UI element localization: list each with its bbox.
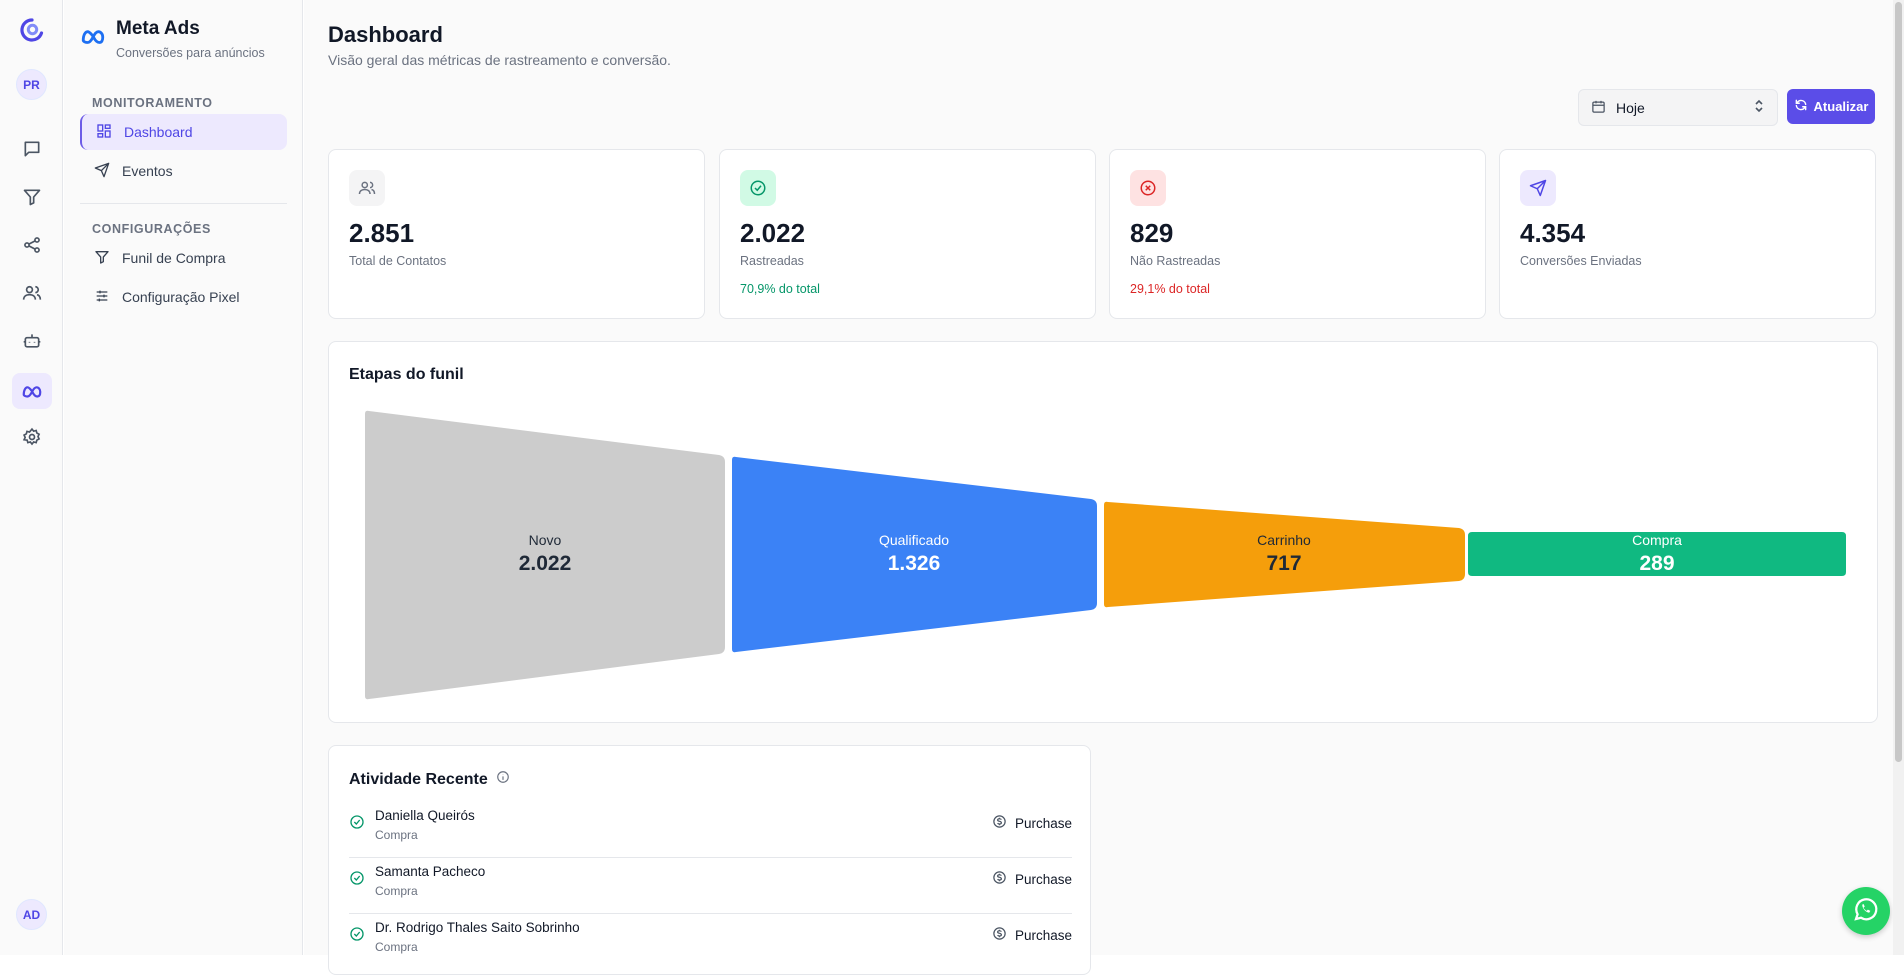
whatsapp-button[interactable]	[1842, 887, 1890, 935]
page-title: Dashboard	[328, 22, 443, 47]
icon-rail: PR AD	[0, 0, 63, 955]
dollar-icon	[992, 814, 1007, 832]
chat-icon[interactable]	[16, 133, 48, 165]
date-range-select[interactable]: Hoje	[1578, 89, 1778, 126]
users-icon	[349, 170, 385, 206]
stat-value: 2.022	[740, 218, 806, 248]
section-monitoring: MONITORAMENTO	[92, 96, 213, 110]
check-circle-icon	[740, 170, 776, 206]
activity-row[interactable]: Samanta Pacheco Compra Purchase	[349, 858, 1072, 914]
funnel-stage-label: Carrinho	[1257, 532, 1311, 548]
sidebar-item-dashboard[interactable]: Dashboard	[80, 114, 287, 150]
activity-contact-name: Samanta Pacheco	[375, 864, 486, 879]
refresh-label: Atualizar	[1813, 99, 1869, 114]
refresh-icon	[1794, 98, 1808, 115]
sidebar: Meta Ads Conversões para anúncios MONITO…	[64, 0, 303, 955]
date-range-value: Hoje	[1616, 99, 1645, 116]
activity-type: Compra	[375, 884, 418, 898]
stat-card-total: 2.851 Total de Contatos	[328, 149, 705, 319]
workspace-avatar[interactable]: PR	[16, 69, 47, 100]
stat-value: 2.851	[349, 218, 415, 248]
stat-value: 4.354	[1520, 218, 1586, 248]
activity-event-label: Purchase	[1014, 815, 1072, 831]
meta-logo-icon	[80, 28, 106, 60]
main-content: Dashboard Visão geral das métricas de ra…	[304, 0, 1904, 975]
sidebar-title: Meta Ads	[116, 18, 200, 39]
funnel-stage-value: 717	[1266, 552, 1301, 575]
sidebar-item-funil[interactable]: Funil de Compra	[80, 240, 287, 276]
funnel-panel: Etapas do funil Novo 2.022 Qualificado 1…	[328, 341, 1878, 723]
funnel-chart: Novo 2.022 Qualificado 1.326 Carrinho 71…	[365, 410, 1846, 700]
activity-event: Purchase	[992, 870, 1072, 888]
logo-icon[interactable]	[16, 14, 48, 46]
stat-label: Conversões Enviadas	[1520, 254, 1642, 268]
dollar-icon	[992, 870, 1007, 888]
whatsapp-icon	[1851, 894, 1881, 929]
stat-percent: 70,9% do total	[740, 282, 820, 296]
funnel-stage-label: Novo	[529, 532, 562, 548]
stat-percent: 29,1% do total	[1130, 282, 1210, 296]
x-circle-icon	[1130, 170, 1166, 206]
stat-card-untracked: 829 Não Rastreadas 29,1% do total	[1109, 149, 1486, 319]
meta-icon[interactable]	[12, 373, 52, 409]
share-icon[interactable]	[16, 229, 48, 261]
stat-card-conversions: 4.354 Conversões Enviadas	[1499, 149, 1876, 319]
send-icon	[94, 162, 110, 181]
activity-event: Purchase	[992, 814, 1072, 832]
sidebar-item-label: Dashboard	[124, 124, 193, 140]
sidebar-item-eventos[interactable]: Eventos	[80, 153, 287, 189]
sidebar-item-label: Eventos	[122, 163, 173, 179]
check-circle-icon	[349, 814, 365, 835]
activity-title-text: Atividade Recente	[349, 770, 488, 788]
send-icon	[1520, 170, 1556, 206]
stat-label: Rastreadas	[740, 254, 804, 268]
dollar-icon	[992, 926, 1007, 944]
funnel-stage-value: 2.022	[519, 552, 572, 575]
sliders-icon	[94, 288, 110, 307]
activity-title: Atividade Recente	[349, 770, 510, 789]
sidebar-item-label: Configuração Pixel	[122, 289, 240, 305]
activity-row[interactable]: Dr. Rodrigo Thales Saito Sobrinho Compra…	[349, 914, 1072, 970]
sidebar-item-pixel[interactable]: Configuração Pixel	[80, 279, 287, 315]
activity-contact-name: Dr. Rodrigo Thales Saito Sobrinho	[375, 920, 580, 935]
activity-event-label: Purchase	[1014, 871, 1072, 887]
stat-label: Não Rastreadas	[1130, 254, 1221, 268]
sidebar-subtitle: Conversões para anúncios	[116, 46, 265, 60]
gear-icon[interactable]	[16, 421, 48, 453]
funnel-stage-value: 289	[1639, 552, 1674, 575]
funnel-stage-label: Compra	[1632, 532, 1682, 548]
sidebar-item-label: Funil de Compra	[122, 250, 226, 266]
chevron-updown-icon	[1753, 99, 1765, 116]
stat-card-tracked: 2.022 Rastreadas 70,9% do total	[719, 149, 1096, 319]
funnel-stage-label: Qualificado	[879, 532, 949, 548]
refresh-button[interactable]: Atualizar	[1787, 89, 1875, 124]
activity-event: Purchase	[992, 926, 1072, 944]
page-scrollbar[interactable]	[1893, 0, 1904, 955]
activity-event-label: Purchase	[1014, 927, 1072, 943]
user-avatar[interactable]: AD	[16, 899, 47, 930]
users-icon[interactable]	[16, 277, 48, 309]
stat-value: 829	[1130, 218, 1174, 248]
stat-label: Total de Contatos	[349, 254, 447, 268]
activity-contact-name: Daniella Queirós	[375, 808, 475, 823]
recent-activity-panel: Atividade Recente Daniella Queirós Compr…	[328, 745, 1091, 975]
check-circle-icon	[349, 870, 365, 891]
check-circle-icon	[349, 926, 365, 947]
section-config: CONFIGURAÇÕES	[92, 222, 211, 236]
filter-icon	[94, 249, 110, 268]
activity-type: Compra	[375, 940, 418, 954]
funnel-stage-value: 1.326	[888, 552, 941, 575]
funnel-title: Etapas do funil	[349, 366, 464, 383]
sidebar-brand: Meta Ads Conversões para anúncios	[80, 18, 265, 60]
bot-icon[interactable]	[16, 325, 48, 357]
filter-icon[interactable]	[16, 181, 48, 213]
info-icon[interactable]	[496, 770, 510, 789]
sidebar-divider	[80, 203, 287, 204]
scrollbar-thumb[interactable]	[1895, 2, 1902, 762]
calendar-icon	[1591, 99, 1606, 117]
grid-icon	[96, 123, 112, 142]
activity-type: Compra	[375, 828, 418, 842]
activity-row[interactable]: Daniella Queirós Compra Purchase	[349, 802, 1072, 858]
page-subtitle: Visão geral das métricas de rastreamento…	[328, 52, 671, 68]
